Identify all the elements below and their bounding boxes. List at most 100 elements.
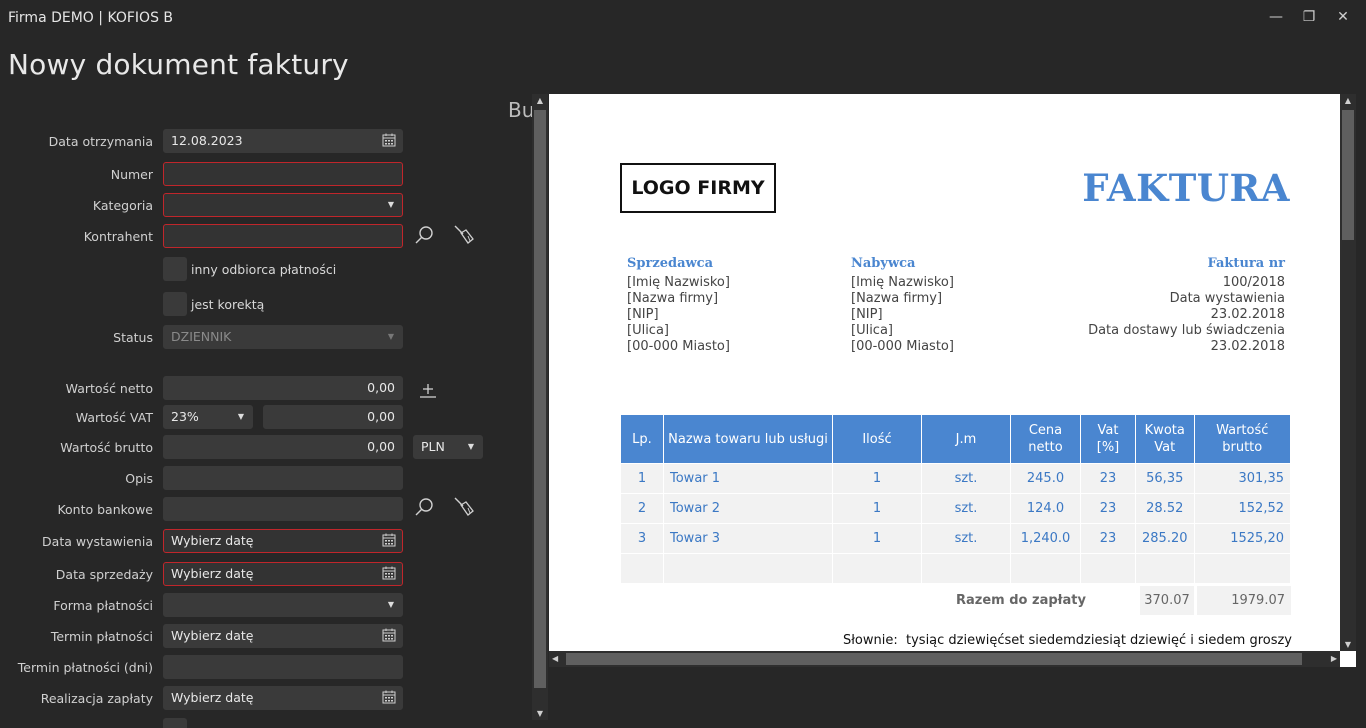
cell-name: Towar 1: [663, 463, 833, 494]
form-scrollbar[interactable]: ▲ ▼: [532, 94, 548, 720]
data-otrzymania-field[interactable]: 12.08.2023: [163, 129, 403, 153]
scroll-down-icon[interactable]: ▼: [532, 709, 548, 718]
column-header: Wartość brutto: [1193, 414, 1291, 464]
buyer-line: [Imię Nazwisko]: [851, 275, 954, 290]
forma-platnosci-select[interactable]: ▼: [163, 593, 403, 617]
invoice-meta-line: Data dostawy lub świadczenia: [1088, 323, 1285, 338]
cell-vat-rate: 23: [1080, 463, 1136, 494]
close-button[interactable]: ✕: [1331, 6, 1355, 28]
cell-name: Towar 2: [663, 493, 833, 524]
buyer-heading: Nabywca: [851, 256, 916, 271]
restore-button[interactable]: ❐: [1297, 6, 1321, 28]
buyer-line: [00-000 Miasto]: [851, 339, 954, 354]
table-row: 3 Towar 3 1 szt. 1,240.0 23 285.20 1525,…: [620, 523, 1291, 554]
scroll-left-icon[interactable]: ◀: [552, 654, 558, 663]
cell-name: Towar 3: [663, 523, 833, 554]
total-brutto: 1979.07: [1197, 586, 1291, 615]
column-header: Nazwa towaru lub usługi: [663, 414, 833, 464]
status-value: DZIENNIK: [171, 329, 232, 344]
chevron-down-icon: ▼: [387, 600, 394, 609]
company-logo: LOGO FIRMY: [620, 163, 776, 213]
partial-checkbox[interactable]: [163, 718, 187, 728]
invoice-number-heading: Faktura nr: [1207, 256, 1285, 271]
buyer-line: [Ulica]: [851, 323, 893, 338]
empty-cell: [620, 553, 664, 584]
kontrahent-label: Kontrahent: [83, 229, 153, 244]
currency-value: PLN: [421, 439, 445, 454]
table-row-empty: [620, 553, 1291, 584]
search-icon[interactable]: [414, 496, 436, 518]
add-icon[interactable]: [417, 380, 439, 402]
inny-odbiorca-label: inny odbiorca płatności: [191, 262, 337, 277]
buyer-block: Nabywca [Imię Nazwisko] [Nazwa firmy] [N…: [851, 256, 954, 355]
termin-platnosci-field[interactable]: Wybierz datę: [163, 624, 403, 648]
vat-rate-value: 23%: [171, 409, 199, 424]
search-icon[interactable]: [414, 224, 436, 246]
cell-qty: 1: [832, 493, 922, 524]
empty-cell: [1080, 553, 1136, 584]
scroll-up-icon[interactable]: ▲: [1340, 96, 1356, 105]
column-header: Ilość: [832, 414, 922, 464]
numer-input[interactable]: [163, 162, 403, 186]
preview-vscrollbar[interactable]: ▲ ▼: [1340, 94, 1356, 651]
vat-rate-select[interactable]: 23% ▼: [163, 405, 253, 429]
empty-cell: [1010, 553, 1081, 584]
total-label: Razem do zapłaty: [956, 593, 1086, 608]
calendar-icon[interactable]: [382, 628, 396, 642]
kategoria-select[interactable]: ▼: [163, 193, 403, 217]
window-title: Firma DEMO | KOFIOS B: [8, 10, 174, 26]
seller-line: [Ulica]: [627, 323, 669, 338]
scroll-right-icon[interactable]: ▶: [1331, 654, 1337, 663]
seller-heading: Sprzedawca: [627, 256, 714, 271]
invoice-meta-line: 23.02.2018: [1210, 339, 1285, 354]
form-scrollbar-thumb[interactable]: [534, 110, 546, 688]
wartosc-netto-input[interactable]: 0,00: [163, 376, 403, 400]
cell-unit: szt.: [921, 463, 1011, 494]
invoice-title: FAKTURA: [1082, 166, 1290, 210]
cell-qty: 1: [832, 523, 922, 554]
scroll-up-icon[interactable]: ▲: [532, 96, 548, 105]
data-wystawienia-label: Data wystawienia: [42, 534, 153, 549]
empty-cell: [663, 553, 833, 584]
preview-heading: Bu: [508, 98, 535, 122]
konto-bankowe-input[interactable]: [163, 497, 403, 521]
forma-platnosci-label: Forma płatności: [53, 598, 153, 613]
currency-select[interactable]: PLN ▼: [413, 435, 483, 459]
cell-lp: 1: [620, 463, 664, 494]
buyer-line: [NIP]: [851, 307, 883, 322]
data-sprzedazy-field[interactable]: Wybierz datę: [163, 562, 403, 586]
preview-hscrollbar-thumb[interactable]: [566, 653, 1302, 665]
jest-korekta-checkbox[interactable]: [163, 292, 187, 316]
minimize-button[interactable]: —: [1264, 6, 1288, 28]
realizacja-zaplaty-field[interactable]: Wybierz datę: [163, 686, 403, 710]
wartosc-brutto-input[interactable]: 0,00: [163, 435, 403, 459]
seller-block: Sprzedawca [Imię Nazwisko] [Nazwa firmy]…: [627, 256, 730, 355]
inny-odbiorca-checkbox[interactable]: [163, 257, 187, 281]
jest-korekta-label: jest korektą: [191, 297, 265, 312]
preview-hscrollbar[interactable]: ◀ ▶: [549, 651, 1340, 667]
realizacja-zaplaty-placeholder: Wybierz datę: [171, 690, 254, 705]
chevron-down-icon: ▼: [467, 442, 474, 451]
scroll-down-icon[interactable]: ▼: [1340, 640, 1356, 649]
calendar-icon[interactable]: [382, 133, 396, 147]
kontrahent-input[interactable]: [163, 224, 403, 248]
empty-cell: [921, 553, 1011, 584]
termin-platnosci-dni-label: Termin płatności (dni): [17, 660, 153, 675]
data-wystawienia-field[interactable]: Wybierz datę: [163, 529, 403, 553]
wartosc-netto-label: Wartość netto: [65, 381, 153, 396]
termin-platnosci-placeholder: Wybierz datę: [171, 628, 254, 643]
calendar-icon[interactable]: [382, 566, 396, 580]
cell-gross: 301,35: [1193, 463, 1291, 494]
wartosc-vat-input[interactable]: 0,00: [263, 405, 403, 429]
preview-vscrollbar-thumb[interactable]: [1342, 110, 1354, 240]
calendar-icon[interactable]: [382, 533, 396, 547]
calendar-icon[interactable]: [382, 690, 396, 704]
cell-price: 1,240.0: [1010, 523, 1081, 554]
seller-line: [NIP]: [627, 307, 659, 322]
broom-icon[interactable]: [453, 496, 475, 518]
page-title: Nowy dokument faktury: [8, 48, 349, 81]
broom-icon[interactable]: [453, 224, 475, 246]
cell-gross: 1525,20: [1193, 523, 1291, 554]
termin-platnosci-dni-input[interactable]: [163, 655, 403, 679]
opis-input[interactable]: [163, 466, 403, 490]
